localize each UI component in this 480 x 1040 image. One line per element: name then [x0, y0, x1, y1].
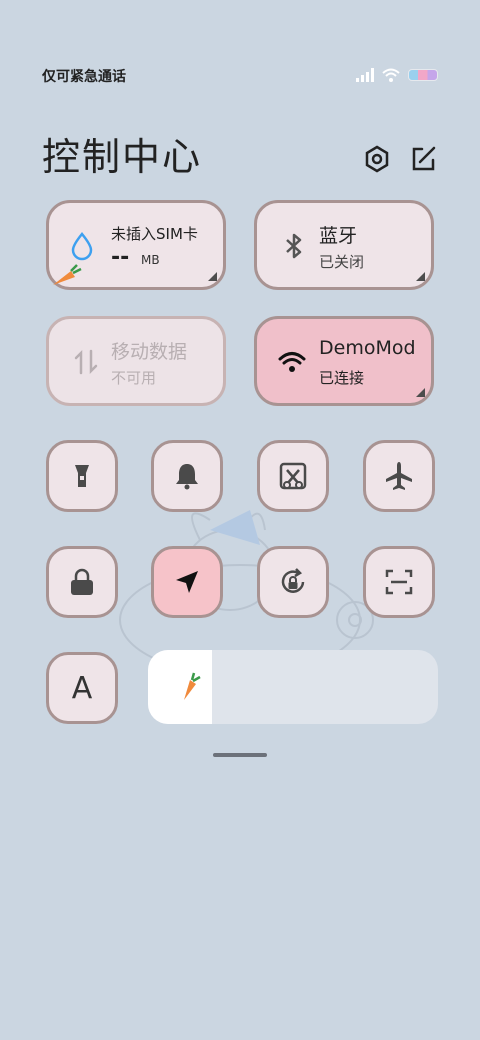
screenshot-button[interactable] [257, 440, 329, 512]
data-usage-value: -- [111, 245, 130, 270]
font-size-button[interactable]: A [46, 652, 118, 724]
signal-icon [356, 68, 374, 82]
airplane-mode-button[interactable] [363, 440, 435, 512]
tile-expand-corner [416, 388, 425, 397]
battery-icon [408, 69, 438, 81]
mobile-data-title: 移动数据 [111, 341, 188, 363]
airplane-icon [386, 462, 412, 490]
mobile-data-status: 不可用 [111, 369, 157, 387]
wifi-icon [278, 352, 306, 372]
data-usage-unit: MB [141, 253, 160, 267]
scanner-icon [385, 569, 413, 595]
carrot-icon [53, 264, 82, 285]
wifi-status: 已连接 [319, 369, 365, 387]
settings-icon[interactable] [362, 144, 392, 174]
mute-button[interactable] [151, 440, 223, 512]
screenshot-icon [279, 462, 307, 490]
scanner-button[interactable] [363, 546, 435, 618]
carrot-icon [184, 672, 201, 700]
bluetooth-status: 已关闭 [319, 253, 365, 271]
sim-status-text: 未插入SIM卡 [111, 225, 198, 243]
bell-icon [176, 464, 198, 490]
bluetooth-tile[interactable]: 蓝牙 已关闭 [254, 200, 434, 290]
bluetooth-icon [286, 233, 302, 259]
drag-handle[interactable] [213, 753, 267, 757]
edit-icon[interactable] [408, 144, 438, 174]
location-icon [176, 571, 198, 593]
tile-expand-corner [416, 272, 425, 281]
data-usage-tile[interactable]: 未插入SIM卡 -- MB [46, 200, 226, 290]
lock-icon [71, 568, 93, 595]
water-drop-icon [71, 232, 93, 261]
wifi-network-name: DemoMod [319, 337, 416, 359]
status-icons [356, 68, 438, 82]
rotation-lock-icon [281, 568, 305, 593]
flashlight-icon [75, 465, 89, 487]
wifi-tile[interactable]: DemoMod 已连接 [254, 316, 434, 406]
font-size-icon: A [71, 670, 93, 706]
bluetooth-title: 蓝牙 [319, 225, 358, 247]
tile-expand-corner [208, 272, 217, 281]
location-button[interactable] [151, 546, 223, 618]
brightness-slider[interactable] [148, 650, 438, 724]
mobile-data-tile[interactable]: 移动数据 不可用 [46, 316, 226, 406]
rotation-lock-button[interactable] [257, 546, 329, 618]
data-arrows-icon [74, 349, 98, 375]
carrier-status-text: 仅可紧急通话 [42, 69, 126, 85]
flashlight-button[interactable] [46, 440, 118, 512]
wifi-status-icon [382, 68, 400, 82]
page-title: 控制中心 [42, 135, 203, 179]
screen-lock-button[interactable] [46, 546, 118, 618]
